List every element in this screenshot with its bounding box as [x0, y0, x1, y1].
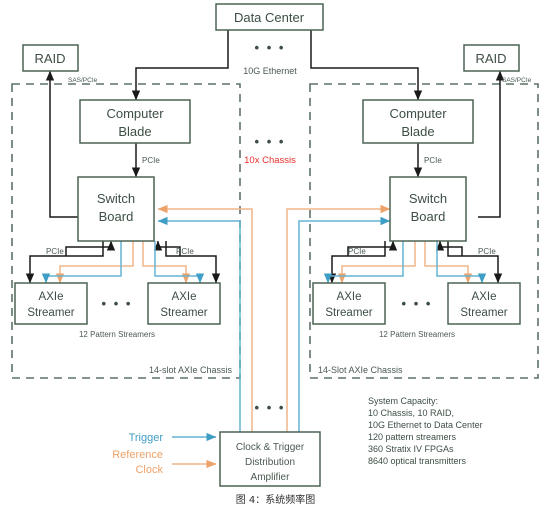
amplifier-label-1: Clock & Trigger [236, 442, 305, 453]
switch-board-right-label-1: Switch [409, 191, 447, 206]
node-axie-streamer-left-1[interactable]: AXIe Streamer [14, 282, 88, 325]
streamer-r1-label-2: Streamer [325, 307, 372, 319]
ellipsis-streamers-left: • • • [102, 296, 133, 311]
ellipsis-bottom: • • • [255, 400, 286, 415]
pcie-blade-left-label: PCIe [142, 156, 160, 165]
switch-board-left-label-2: Board [99, 209, 134, 224]
streamer-r2-label-1: AXIe [472, 291, 497, 303]
sas-pcie-left-label: SAS/PCIe [68, 77, 98, 84]
node-raid-right[interactable]: RAID [463, 44, 520, 72]
amplifier-label-3: Amplifier [251, 472, 291, 483]
chassis-repeat-label: 10x Chassis [244, 155, 296, 166]
pcie-r1-label: PCIe [348, 247, 366, 256]
legend-refclock-label-1: Reference [112, 449, 163, 461]
node-switch-board-left[interactable]: Switch Board [77, 176, 155, 242]
amplifier-label-2: Distribution [245, 457, 295, 468]
node-axie-streamer-right-1[interactable]: AXIe Streamer [312, 282, 386, 325]
ethernet-label: 10G Ethernet [243, 66, 297, 76]
node-computer-blade-left[interactable]: Computer Blade [79, 99, 191, 144]
streamer-l1-label-2: Streamer [27, 307, 74, 319]
sas-pcie-right-label: SAS/PCIe [502, 77, 532, 84]
ellipsis-middle: • • • [255, 134, 286, 149]
streamers-right-label: 12 Pattern Streamers [379, 330, 455, 339]
capacity-line-0: System Capacity: [368, 396, 438, 406]
streamer-l2-label-1: AXIe [172, 291, 197, 303]
node-axie-streamer-right-2[interactable]: AXIe Streamer [447, 282, 521, 325]
streamer-l2-label-2: Streamer [160, 307, 207, 319]
node-axie-streamer-left-2[interactable]: AXIe Streamer [147, 282, 221, 325]
raid-left-label: RAID [34, 51, 65, 66]
computer-blade-right-label-2: Blade [401, 124, 434, 139]
streamer-l1-label-1: AXIe [39, 291, 64, 303]
node-switch-board-right[interactable]: Switch Board [389, 176, 467, 242]
pcie-blade-right-label: PCIe [424, 156, 442, 165]
capacity-line-4: 360 Stratix IV FPGAs [368, 444, 454, 454]
ellipsis-streamers-right: • • • [402, 296, 433, 311]
switch-board-left-label-1: Switch [97, 191, 135, 206]
legend-refclock-label-2: Clock [135, 464, 163, 476]
capacity-line-5: 8640 optical transmitters [368, 456, 467, 466]
capacity-line-1: 10 Chassis, 10 RAID, [368, 408, 454, 418]
system-frequency-diagram: Data Center RAID RAID Computer Blade Com… [0, 0, 551, 519]
node-raid-left[interactable]: RAID [22, 44, 79, 72]
ellipsis-top: • • • [255, 40, 286, 55]
capacity-line-3: 120 pattern streamers [368, 432, 457, 442]
chassis-left-label: 14-slot AXIe Chassis [149, 365, 233, 375]
capacity-line-2: 10G Ethernet to Data Center [368, 420, 483, 430]
streamers-left-label: 12 Pattern Streamers [79, 330, 155, 339]
switch-board-right-label-2: Board [411, 209, 446, 224]
streamer-r2-label-2: Streamer [460, 307, 507, 319]
data-center-label: Data Center [234, 10, 305, 25]
raid-right-label: RAID [475, 51, 506, 66]
legend-trigger-label: Trigger [129, 432, 164, 444]
figure-caption: 图 4：系统频率图 [235, 495, 316, 506]
chassis-right-label: 14-Slot AXIe Chassis [318, 365, 403, 375]
computer-blade-left-label-2: Blade [118, 124, 151, 139]
node-computer-blade-right[interactable]: Computer Blade [362, 99, 474, 144]
computer-blade-right-label-1: Computer [389, 106, 447, 121]
streamer-r1-label-1: AXIe [337, 291, 362, 303]
node-data-center[interactable]: Data Center [215, 3, 324, 31]
computer-blade-left-label-1: Computer [106, 106, 164, 121]
pcie-l1-label: PCIe [46, 247, 64, 256]
pcie-r2-label: PCIe [478, 247, 496, 256]
pcie-l2-label: PCIe [176, 247, 194, 256]
node-clock-trigger-distribution-amplifier[interactable]: Clock & Trigger Distribution Amplifier [219, 431, 321, 487]
